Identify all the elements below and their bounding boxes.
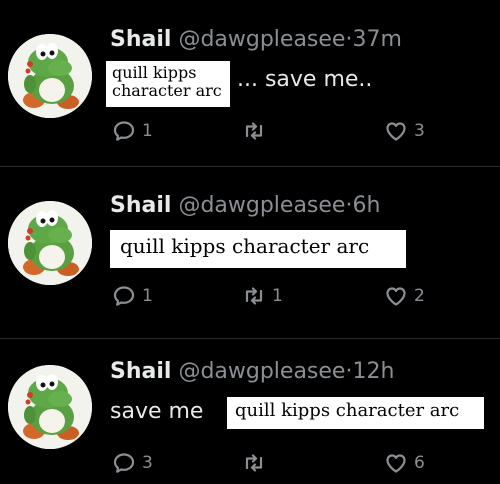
tweet-actions: 1 3 bbox=[112, 118, 442, 144]
avatar[interactable] bbox=[8, 201, 92, 285]
reply-count: 1 bbox=[142, 121, 153, 141]
like-count: 2 bbox=[414, 286, 425, 306]
display-name[interactable]: Shail bbox=[110, 193, 171, 218]
display-name[interactable]: Shail bbox=[110, 359, 171, 384]
reply-icon bbox=[112, 451, 136, 475]
avatar[interactable] bbox=[8, 365, 92, 449]
username[interactable]: @dawgpleasee bbox=[178, 193, 345, 218]
retweet-button[interactable] bbox=[242, 450, 272, 476]
retweet-icon bbox=[242, 284, 266, 308]
reply-icon bbox=[112, 119, 136, 143]
retweet-count: 1 bbox=[272, 286, 283, 306]
reply-count: 1 bbox=[142, 286, 153, 306]
timestamp[interactable]: 37m bbox=[352, 27, 401, 52]
tweet-3[interactable]: Shail @dawgpleasee·12h save me quill kip… bbox=[0, 339, 500, 484]
tweet-header: Shail @dawgpleasee·12h bbox=[110, 359, 394, 385]
like-count: 3 bbox=[414, 121, 425, 141]
tweet-header: Shail @dawgpleasee·6h bbox=[110, 193, 380, 219]
caption-overlay: quill kipps character arc bbox=[106, 61, 230, 107]
tweet-text: ... save me.. bbox=[237, 67, 373, 92]
heart-icon bbox=[384, 451, 408, 475]
like-button[interactable]: 2 bbox=[384, 283, 425, 309]
retweet-icon bbox=[242, 451, 266, 475]
yoshi-plush-avatar-icon bbox=[8, 201, 92, 285]
caption-overlay: quill kipps character arc bbox=[110, 230, 406, 268]
tweet-actions: 1 1 2 bbox=[112, 283, 442, 309]
reply-icon bbox=[112, 284, 136, 308]
timestamp[interactable]: 6h bbox=[352, 193, 380, 218]
reply-button[interactable]: 3 bbox=[112, 450, 153, 476]
yoshi-plush-avatar-icon bbox=[8, 34, 92, 118]
timestamp[interactable]: 12h bbox=[352, 359, 394, 384]
username[interactable]: @dawgpleasee bbox=[178, 27, 345, 52]
tweet-actions: 3 6 bbox=[112, 450, 442, 476]
caption-overlay: quill kipps character arc bbox=[227, 397, 484, 429]
retweet-icon bbox=[242, 119, 266, 143]
like-count: 6 bbox=[414, 453, 425, 473]
retweet-button[interactable] bbox=[242, 118, 272, 144]
yoshi-plush-avatar-icon bbox=[8, 365, 92, 449]
reply-button[interactable]: 1 bbox=[112, 283, 153, 309]
display-name[interactable]: Shail bbox=[110, 27, 171, 52]
tweet-1[interactable]: Shail @dawgpleasee·37m quill kipps chara… bbox=[0, 0, 500, 165]
reply-button[interactable]: 1 bbox=[112, 118, 153, 144]
avatar[interactable] bbox=[8, 34, 92, 118]
retweet-button[interactable]: 1 bbox=[242, 283, 283, 309]
like-button[interactable]: 6 bbox=[384, 450, 425, 476]
like-button[interactable]: 3 bbox=[384, 118, 425, 144]
reply-count: 3 bbox=[142, 453, 153, 473]
heart-icon bbox=[384, 119, 408, 143]
tweet-text: save me bbox=[110, 399, 204, 424]
username[interactable]: @dawgpleasee bbox=[178, 359, 345, 384]
tweet-2[interactable]: Shail @dawgpleasee·6h quill kipps charac… bbox=[0, 167, 500, 337]
tweet-header: Shail @dawgpleasee·37m bbox=[110, 27, 402, 53]
heart-icon bbox=[384, 284, 408, 308]
